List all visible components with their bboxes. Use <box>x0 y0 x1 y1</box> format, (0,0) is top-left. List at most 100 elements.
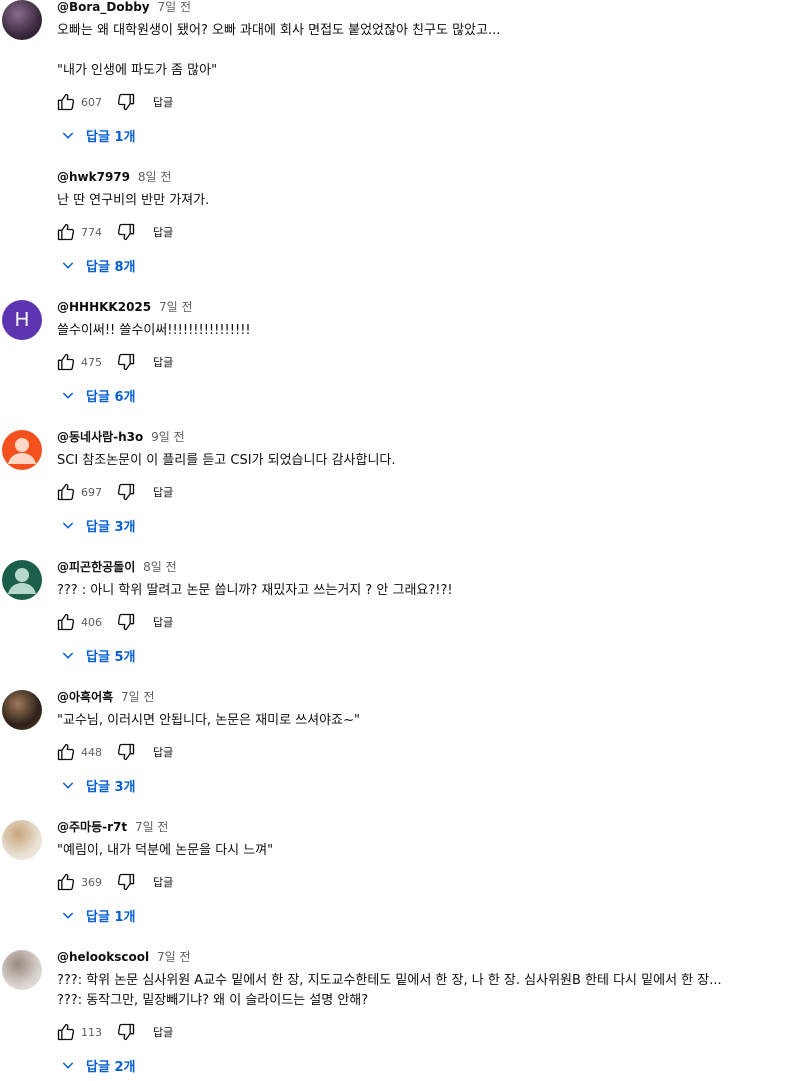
comment-actions: 607 답글 <box>55 90 173 114</box>
avatar[interactable] <box>2 690 42 730</box>
comment-author[interactable]: @hwk7979 <box>57 170 130 184</box>
view-replies-button[interactable]: 답글 5개 <box>60 643 135 667</box>
like-count: 369 <box>81 875 102 889</box>
chevron-down-icon <box>60 257 76 273</box>
thumb-up-icon[interactable] <box>55 871 77 893</box>
comment-time[interactable]: 7일 전 <box>121 690 155 704</box>
comment-author[interactable]: @주마등-r7t <box>57 820 127 834</box>
default-avatar-icon <box>8 568 36 594</box>
reply-button[interactable]: 답글 <box>153 354 173 370</box>
like-count: 448 <box>81 745 102 759</box>
avatar[interactable] <box>2 0 42 40</box>
chevron-down-icon <box>60 1057 76 1073</box>
thumb-down-icon[interactable] <box>115 611 137 633</box>
thumb-up-icon[interactable] <box>55 1021 77 1043</box>
reply-button[interactable]: 답글 <box>153 484 173 500</box>
thumb-up-icon[interactable] <box>55 741 77 763</box>
like-count: 607 <box>81 95 102 109</box>
chevron-down-icon <box>60 127 76 143</box>
comment-text: ???: 학위 논문 심사위원 A교수 밑에서 한 장, 지도교수한테도 밑에서… <box>57 973 722 1008</box>
like-count: 475 <box>81 355 102 369</box>
comment-author[interactable]: @Bora_Dobby <box>57 0 150 14</box>
thumb-up-icon[interactable] <box>55 351 77 373</box>
comment-time[interactable]: 8일 전 <box>138 170 172 184</box>
reply-button[interactable]: 답글 <box>153 1024 173 1040</box>
comment-time[interactable]: 7일 전 <box>157 950 191 964</box>
reply-button[interactable]: 답글 <box>153 614 173 630</box>
like-count: 406 <box>81 615 102 629</box>
chevron-down-icon <box>60 517 76 533</box>
avatar[interactable] <box>2 560 42 600</box>
reply-button[interactable]: 답글 <box>153 94 173 110</box>
thumb-up-icon[interactable] <box>55 611 77 633</box>
comment-author[interactable]: @HHHKK2025 <box>57 300 151 314</box>
reply-button[interactable]: 답글 <box>153 224 173 240</box>
comment-author[interactable]: @아흑어흑 <box>57 690 113 704</box>
comment-time[interactable]: 7일 전 <box>159 300 193 314</box>
replies-label: 답글 1개 <box>86 909 136 925</box>
replies-label: 답글 3개 <box>86 779 136 795</box>
comment-text: "교수님, 이러시면 안됩니다, 논문은 재미로 쓰셔야죠~" <box>57 713 360 728</box>
thumb-down-icon[interactable] <box>115 221 137 243</box>
comment-item: @아흑어흑 7일 전 "교수님, 이러시면 안됩니다, 논문은 재미로 쓰셔야죠… <box>0 690 800 820</box>
comment-item: @피곤한공돌이 8일 전 ??? : 아니 학위 딸려고 논문 씁니까? 재밌자… <box>0 560 800 690</box>
comment-time[interactable]: 8일 전 <box>143 560 177 574</box>
view-replies-button[interactable]: 답글 3개 <box>60 773 135 797</box>
comment-text: ??? : 아니 학위 딸려고 논문 씁니까? 재밌자고 쓰는거지 ? 안 그래… <box>57 583 453 598</box>
thumb-down-icon[interactable] <box>115 481 137 503</box>
comment-header: @helookscool 7일 전 <box>57 949 190 965</box>
view-replies-button[interactable]: 답글 3개 <box>60 513 135 537</box>
avatar[interactable] <box>2 950 42 990</box>
comment-actions: 406 답글 <box>55 610 173 634</box>
comment-author[interactable]: @피곤한공돌이 <box>57 560 135 574</box>
comment-header: @Bora_Dobby 7일 전 <box>57 0 191 15</box>
view-replies-button[interactable]: 답글 1개 <box>60 903 135 927</box>
view-replies-button[interactable]: 답글 2개 <box>60 1053 135 1077</box>
replies-label: 답글 5개 <box>86 649 136 665</box>
comment-actions: 113 답글 <box>55 1020 173 1044</box>
comment-actions: 697 답글 <box>55 480 173 504</box>
view-replies-button[interactable]: 답글 6개 <box>60 383 135 407</box>
comment-text: 난 딴 연구비의 반만 가져가. <box>57 193 210 208</box>
replies-label: 답글 3개 <box>86 519 136 535</box>
comment-author[interactable]: @동네사람-h3o <box>57 430 143 444</box>
thumb-down-icon[interactable] <box>115 741 137 763</box>
comment-time[interactable]: 7일 전 <box>135 820 169 834</box>
like-count: 774 <box>81 225 102 239</box>
reply-button[interactable]: 답글 <box>153 874 173 890</box>
thumb-down-icon[interactable] <box>115 351 137 373</box>
thumb-down-icon[interactable] <box>115 1021 137 1043</box>
like-count: 697 <box>81 485 102 499</box>
reply-button[interactable]: 답글 <box>153 744 173 760</box>
thumb-down-icon[interactable] <box>115 871 137 893</box>
chevron-down-icon <box>60 387 76 403</box>
comment-time[interactable]: 7일 전 <box>157 0 191 14</box>
comment-text: 쓸수이써!! 쓸수이써!!!!!!!!!!!!!!!! <box>57 323 251 338</box>
comment-text: "예림이, 내가 덕분에 논문을 다시 느껴" <box>57 843 274 858</box>
avatar[interactable] <box>2 820 42 860</box>
replies-label: 답글 8개 <box>86 259 136 275</box>
thumb-up-icon[interactable] <box>55 481 77 503</box>
comment-time[interactable]: 9일 전 <box>151 430 185 444</box>
thumb-up-icon[interactable] <box>55 221 77 243</box>
view-replies-button[interactable]: 답글 1개 <box>60 123 135 147</box>
comment-text: 오빠는 왜 대학원생이 됐어? 오빠 과대에 회사 면접도 붙었었잖아 친구도 … <box>57 23 501 78</box>
comment-item: @Bora_Dobby 7일 전 오빠는 왜 대학원생이 됐어? 오빠 과대에 … <box>0 0 800 145</box>
comment-item: @hwk7979 8일 전 난 딴 연구비의 반만 가져가. 774 답글 답글… <box>0 170 800 300</box>
avatar[interactable] <box>2 430 42 470</box>
comment-item: @주마등-r7t 7일 전 "예림이, 내가 덕분에 논문을 다시 느껴" 36… <box>0 820 800 950</box>
comment-header: @주마등-r7t 7일 전 <box>57 819 168 835</box>
thumb-up-icon[interactable] <box>55 91 77 113</box>
thumb-down-icon[interactable] <box>115 91 137 113</box>
avatar[interactable]: H <box>2 300 42 340</box>
comment-header: @HHHKK2025 7일 전 <box>57 299 192 315</box>
comment-header: @아흑어흑 7일 전 <box>57 689 155 705</box>
view-replies-button[interactable]: 답글 8개 <box>60 253 135 277</box>
chevron-down-icon <box>60 777 76 793</box>
comment-header: @피곤한공돌이 8일 전 <box>57 559 177 575</box>
avatar-letter: H <box>14 308 30 331</box>
comment-actions: 369 답글 <box>55 870 173 894</box>
comment-header: @동네사람-h3o 9일 전 <box>57 429 185 445</box>
comment-author[interactable]: @helookscool <box>57 950 149 964</box>
chevron-down-icon <box>60 907 76 923</box>
